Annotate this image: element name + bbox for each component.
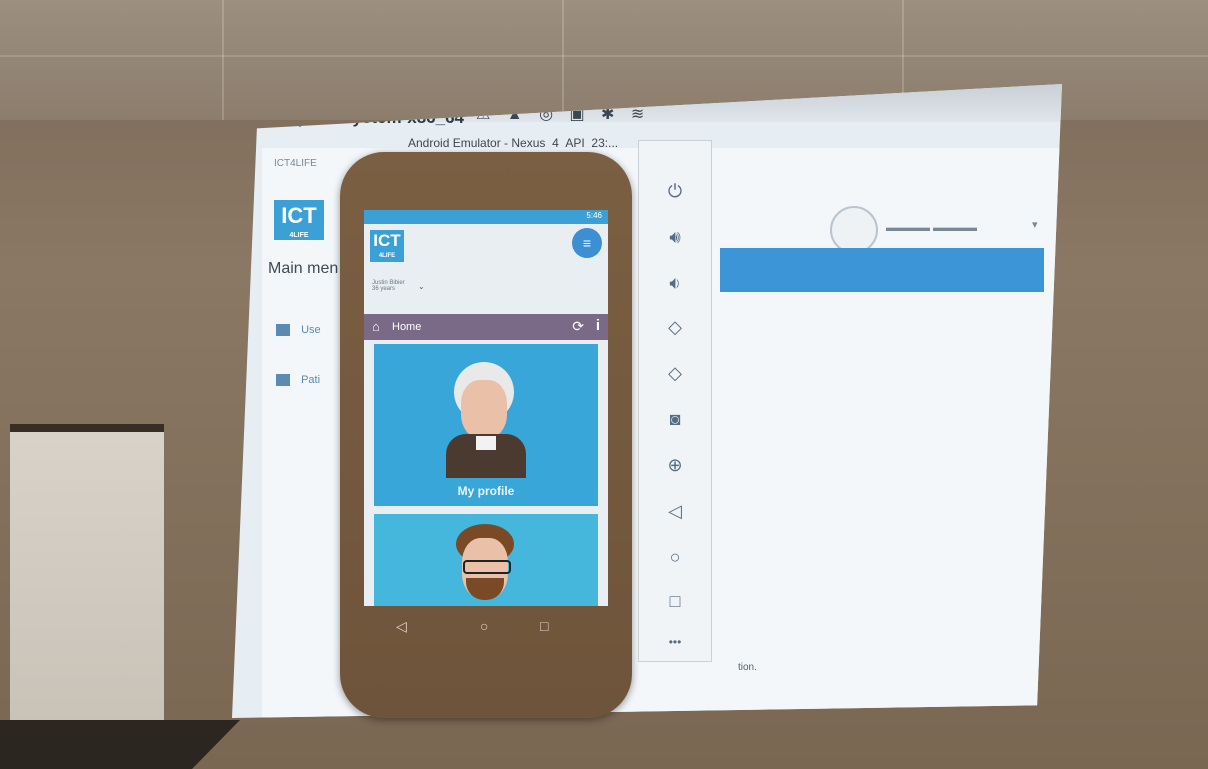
- refresh-icon[interactable]: ⟳: [572, 318, 584, 335]
- web-logo-text: ICT: [281, 203, 317, 228]
- overview-icon[interactable]: □: [639, 591, 711, 612]
- rotate-left-icon[interactable]: ◇: [639, 317, 711, 338]
- rotate-right-icon[interactable]: ◇: [639, 363, 711, 384]
- web-menu-item-label: Use: [301, 324, 321, 336]
- home-icon[interactable]: ○: [480, 618, 488, 634]
- web-text-line: tion.: [738, 662, 757, 673]
- app-nav-bar: ⌂ Home ⟳ i: [364, 314, 608, 340]
- status-time: 5:46: [586, 211, 602, 220]
- web-menu-item-users[interactable]: Use: [276, 324, 321, 337]
- avatar-collar: [476, 436, 496, 450]
- ceiling-tile-line: [560, 0, 564, 120]
- card-label: My profile: [457, 484, 515, 498]
- web-action-button[interactable]: [946, 714, 998, 718]
- app-logo-text: ICT: [373, 231, 401, 250]
- back-icon[interactable]: ◁: [396, 618, 407, 635]
- volume-up-icon[interactable]: 🔊︎: [639, 227, 711, 248]
- web-menu-item-patients[interactable]: Pati: [276, 374, 321, 387]
- briefcase-icon: [276, 374, 290, 387]
- avatar-face: [461, 380, 507, 438]
- home-icon[interactable]: ⌂: [372, 319, 380, 334]
- home-icon[interactable]: ○: [639, 547, 711, 568]
- avatar-beard: [466, 578, 504, 600]
- overview-icon[interactable]: □: [540, 618, 548, 634]
- chevron-down-icon[interactable]: ▾: [1032, 218, 1038, 231]
- avatar[interactable]: [830, 206, 878, 254]
- web-menu-item-label: Pati: [301, 374, 321, 386]
- web-main-menu: Main men: [268, 260, 339, 277]
- back-icon[interactable]: ◁: [639, 501, 711, 522]
- browser-tab[interactable]: ICT4LIFE: [274, 158, 317, 169]
- foreground-object: [0, 720, 240, 769]
- emulator-side-panel: ⏻ 🔊︎ 🔉︎ ◇ ◇ ◙ ⊕ ◁ ○ □ •••: [638, 140, 712, 662]
- nav-home-label[interactable]: Home: [392, 321, 421, 333]
- menu-icon[interactable]: ≡: [572, 228, 602, 258]
- status-bar: 5:46: [364, 210, 608, 224]
- camera-icon[interactable]: ◙: [639, 409, 711, 430]
- ceiling-rail: [0, 55, 1208, 57]
- user-age: 36 years: [372, 286, 396, 292]
- web-logo: ICT 4LIFE: [274, 200, 324, 240]
- phone-screen: 5:46 ICT 4LIFE ≡ Justin Bibier 36 years …: [364, 210, 608, 606]
- power-icon[interactable]: ⏻: [639, 181, 711, 202]
- web-username: ▬▬▬▬ ▬▬▬▬: [886, 222, 978, 234]
- app-logo-sub: 4LIFE: [378, 253, 396, 259]
- web-banner: [720, 248, 1044, 292]
- user-selector[interactable]: Justin Bibier 36 years: [372, 280, 405, 292]
- app-logo: ICT 4LIFE: [370, 230, 404, 262]
- info-icon[interactable]: i: [596, 317, 600, 334]
- phone-emulator: 5:46 ICT 4LIFE ≡ Justin Bibier 36 years …: [340, 152, 632, 718]
- more-icon[interactable]: •••: [639, 635, 711, 649]
- volume-down-icon[interactable]: 🔉︎: [639, 273, 711, 294]
- whiteboard: [10, 424, 164, 744]
- second-card[interactable]: [374, 514, 598, 606]
- chevron-down-icon[interactable]: ⌄: [418, 282, 425, 291]
- zoom-icon[interactable]: ⊕: [639, 455, 711, 476]
- my-profile-card[interactable]: My profile: [374, 344, 598, 506]
- web-logo-sub: 4LIFE: [289, 232, 309, 239]
- home-icon: [276, 324, 290, 337]
- glasses-icon: [463, 560, 511, 574]
- ceiling-tile-line: [220, 0, 224, 120]
